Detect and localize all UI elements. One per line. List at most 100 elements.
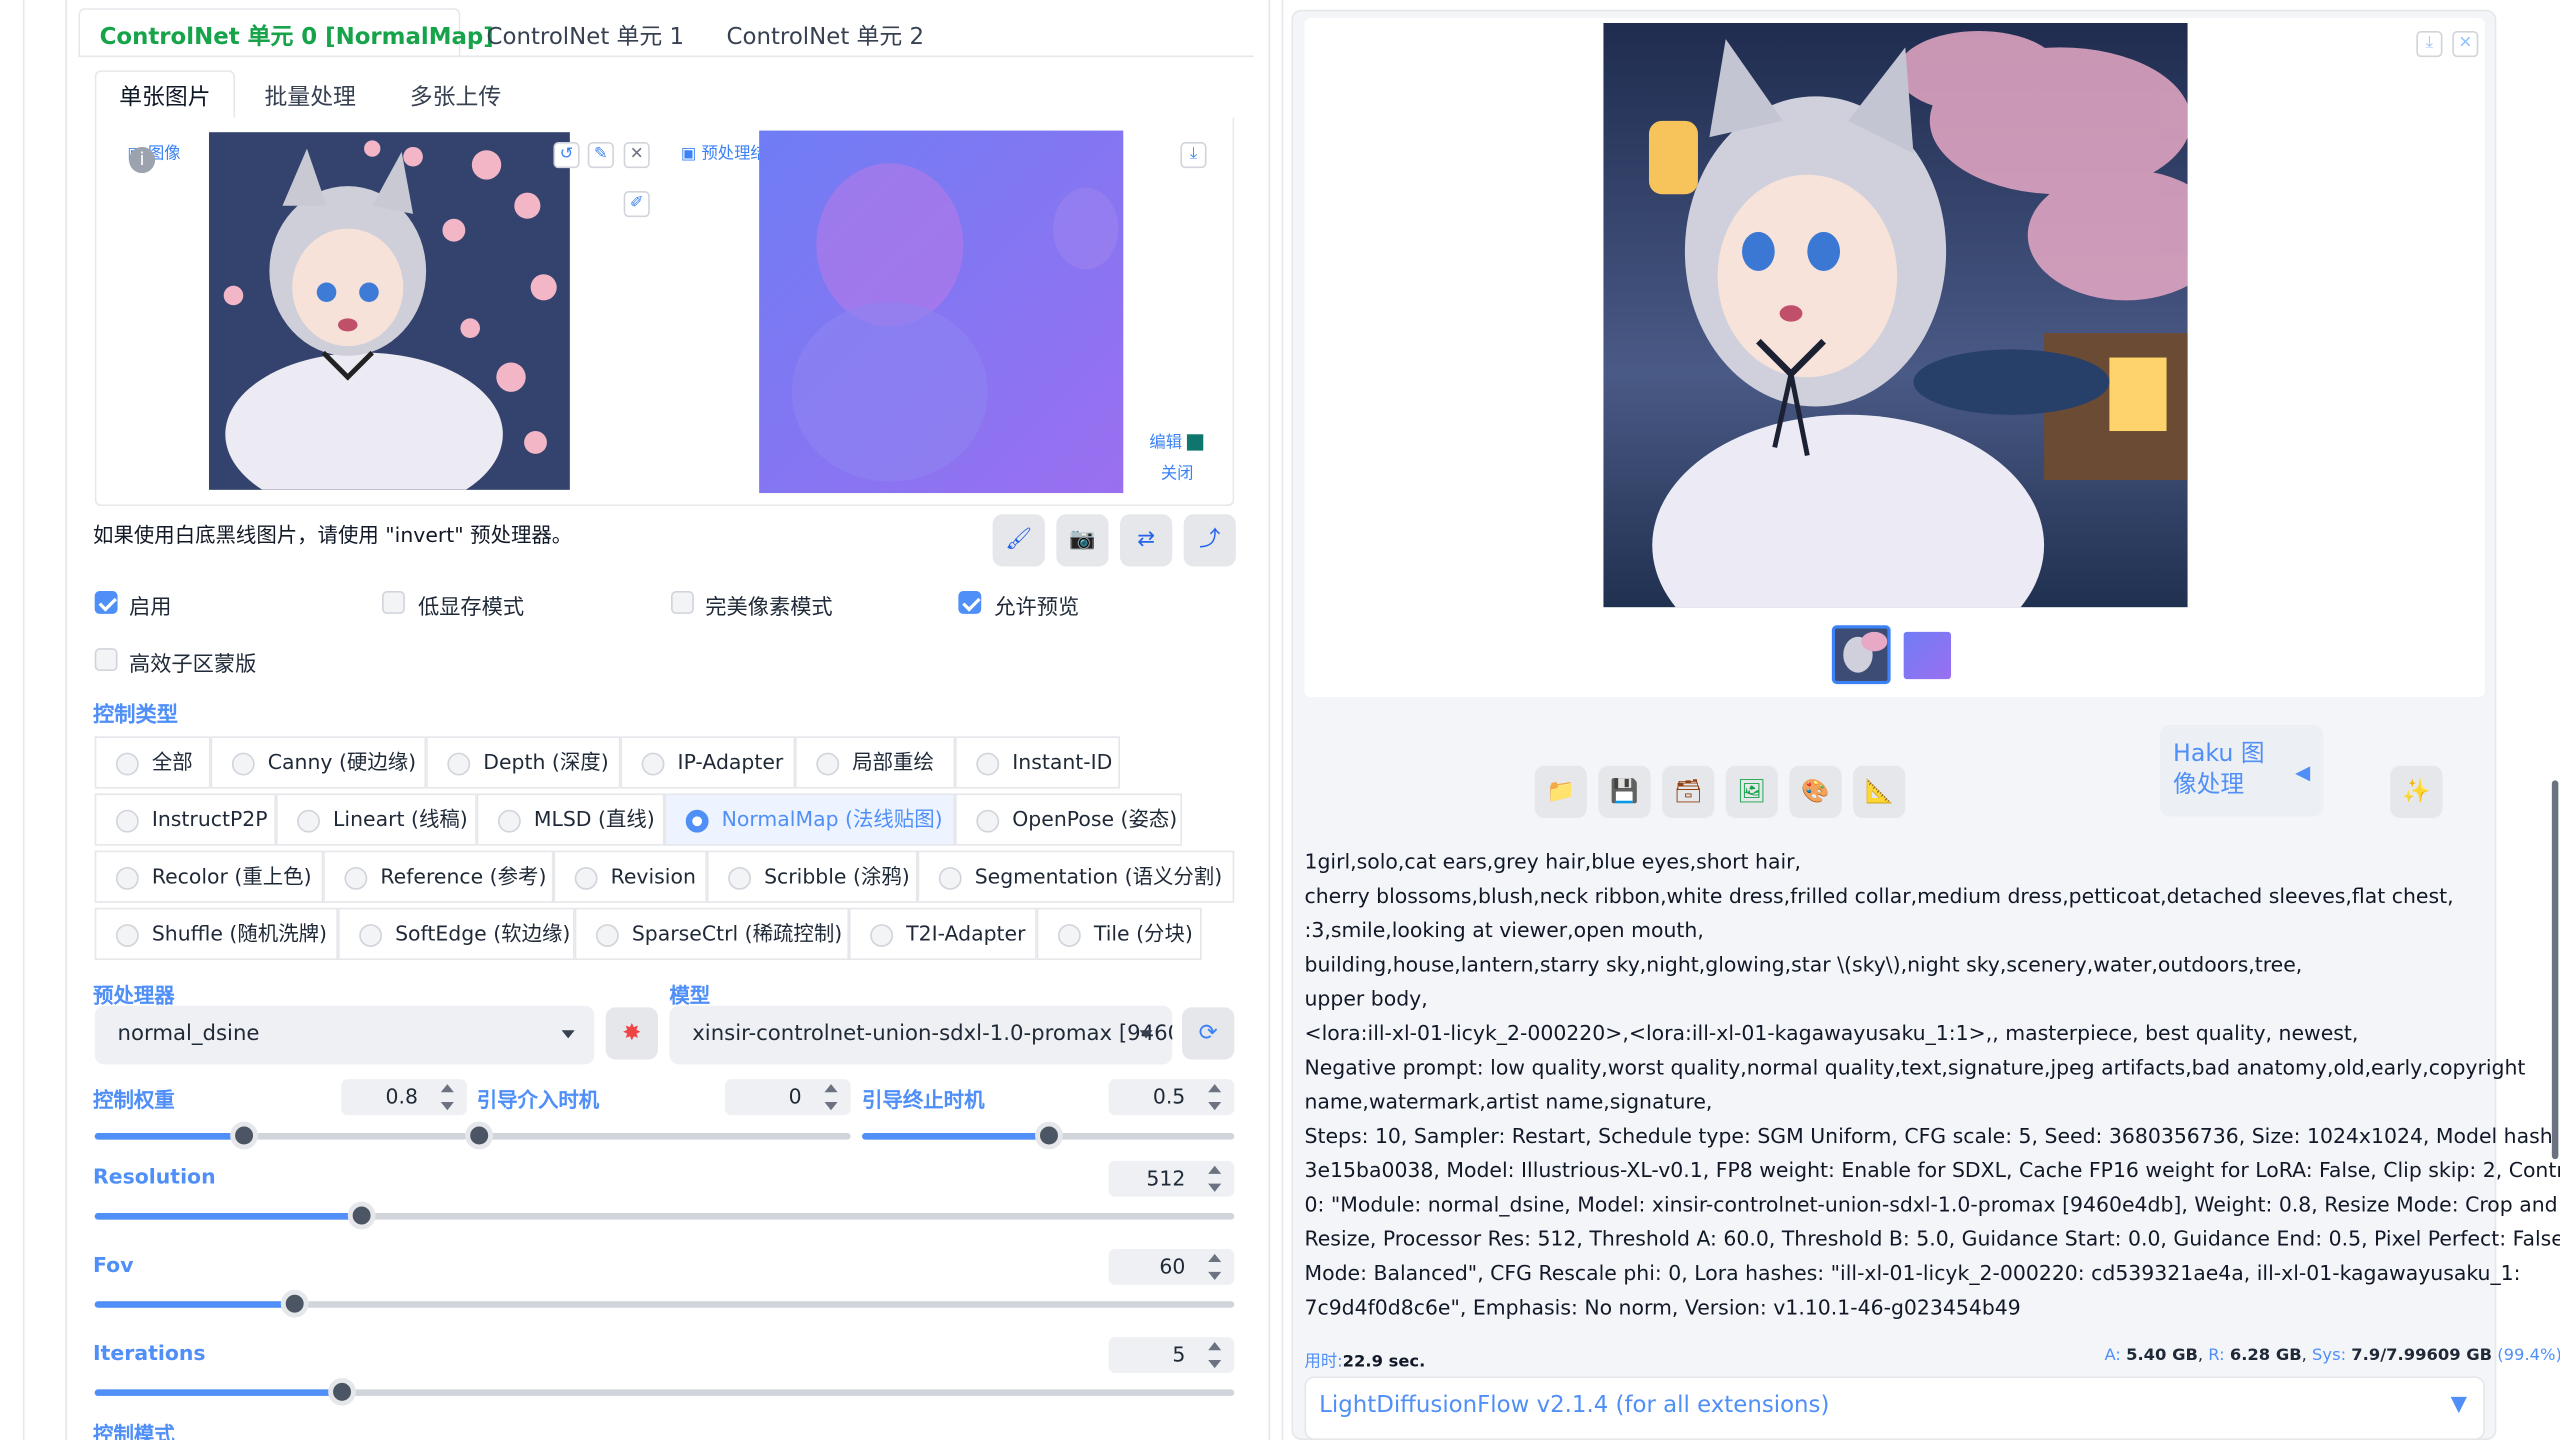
tab-unit-1[interactable]: ControlNet 单元 1: [487, 20, 685, 53]
enable-label: 启用: [128, 595, 172, 621]
send-to-img2img-icon[interactable]: 🖼: [1725, 765, 1778, 818]
tab-single-image[interactable]: 单张图片: [119, 80, 210, 113]
info-line: 3e15ba0038, Model: Illustrious-XL-v0.1, …: [1304, 1157, 2560, 1183]
refresh-models-icon[interactable]: ⟳: [1182, 1007, 1235, 1060]
close-icon[interactable]: ✕: [623, 142, 650, 169]
low-vram-checkbox[interactable]: [382, 591, 405, 614]
guidance-start-slider[interactable]: [465, 1121, 851, 1150]
info-line: Steps: 10, Sampler: Restart, Schedule ty…: [1304, 1123, 2560, 1148]
sparkle-icon[interactable]: ✨: [2390, 765, 2443, 818]
allow-preview-label: 允许预览: [994, 595, 1080, 621]
resolution-input[interactable]: 512: [1108, 1160, 1235, 1197]
preprocessor-select[interactable]: normal_dsine: [94, 1005, 595, 1065]
iterations-input[interactable]: 5: [1108, 1337, 1235, 1374]
control-type-recolor[interactable]: Recolor (重上色): [94, 850, 324, 903]
input-image[interactable]: [208, 132, 570, 490]
control-type-t2i-adapter[interactable]: T2I-Adapter: [848, 907, 1037, 961]
page-scrollbar[interactable]: [2551, 780, 2559, 1160]
tab-unit-2[interactable]: ControlNet 单元 2: [727, 20, 925, 53]
accordion-caret-icon: ▼: [2450, 1392, 2467, 1418]
control-type-ip-adapter[interactable]: IP-Adapter: [620, 736, 796, 789]
control-type-normalmap[interactable]: NormalMap (法线贴图): [664, 793, 956, 846]
undo-icon[interactable]: ↺: [553, 142, 580, 169]
send-to-extras-icon[interactable]: 📐: [1853, 765, 1906, 818]
gallery-thumb-1[interactable]: [1831, 625, 1891, 685]
camera-icon[interactable]: 📷: [1056, 514, 1109, 567]
tab-batch[interactable]: 批量处理: [264, 80, 355, 113]
control-type-lineart[interactable]: Lineart (线稿): [275, 793, 477, 846]
brush-icon[interactable]: ✎: [587, 142, 614, 169]
enable-checkbox[interactable]: [94, 591, 118, 614]
send-dimensions-icon[interactable]: ⤴: [1183, 514, 1236, 567]
time-taken: 用时:22.9 sec.: [1304, 1353, 1426, 1372]
download-icon[interactable]: ⤓: [1180, 142, 1207, 169]
info-line: Negative prompt: low quality,worst quali…: [1304, 1054, 2526, 1080]
control-weight-slider[interactable]: [94, 1121, 467, 1150]
control-type-tile[interactable]: Tile (分块): [1036, 907, 1202, 961]
tab-multi-upload[interactable]: 多张上传: [410, 80, 501, 113]
control-type-label: 控制类型: [93, 703, 178, 729]
control-type-openpose[interactable]: OpenPose (姿态): [955, 793, 1183, 846]
send-to-inpaint-icon[interactable]: 🎨: [1789, 765, 1842, 818]
control-type-reference[interactable]: Reference (参考): [323, 850, 554, 903]
control-type-shuffle[interactable]: Shuffle (随机洗牌): [94, 907, 338, 961]
iterations-slider[interactable]: [94, 1377, 1235, 1406]
control-type-inpaint[interactable]: 局部重绘: [795, 736, 956, 789]
control-type-softedge[interactable]: SoftEdge (软边缘): [337, 907, 575, 961]
generation-info: 1girl,solo,cat ears,grey hair,blue eyes,…: [1304, 846, 2560, 1336]
info-icon[interactable]: i: [128, 146, 156, 174]
model-value: xinsir-controlnet-union-sdxl-1.0-promax …: [692, 1022, 1173, 1047]
control-type-instant-id[interactable]: Instant-ID: [955, 736, 1120, 789]
pixel-perfect-label: 完美像素模式: [705, 595, 833, 621]
control-type-instructp2p[interactable]: InstructP2P: [94, 793, 276, 846]
control-type-revision[interactable]: Revision: [553, 850, 707, 903]
control-mode-label: 控制模式: [93, 1422, 175, 1440]
vram-usage: A: 5.40 GB, R: 6.28 GB, Sys: 7.9/7.99609…: [2104, 1346, 2560, 1365]
fov-label: Fov: [93, 1252, 134, 1277]
model-select[interactable]: xinsir-controlnet-union-sdxl-1.0-promax …: [669, 1005, 1173, 1065]
info-line: cherry blossoms,blush,neck ribbon,white …: [1304, 883, 2454, 908]
model-label: 模型: [669, 982, 711, 1008]
close-preview-button[interactable]: 关闭: [1161, 459, 1194, 483]
lightdiffusionflow-accordion[interactable]: LightDiffusionFlow v2.1.4 (for all exten…: [1304, 1376, 2485, 1440]
save-icon[interactable]: 💾: [1598, 765, 1651, 818]
paint-icon[interactable]: 🖌: [992, 514, 1045, 567]
gallery-thumb-2[interactable]: [1903, 631, 1952, 680]
fov-input[interactable]: 60: [1108, 1248, 1235, 1285]
pixel-perfect-checkbox[interactable]: [671, 591, 694, 614]
control-type-depth[interactable]: Depth (深度): [426, 736, 621, 789]
info-line: 7c9d4f0d8c6e", Emphasis: No norm, Versio…: [1304, 1294, 2021, 1320]
control-type-sparsectrl[interactable]: SparseCtrl (稀疏控制): [574, 907, 849, 961]
swap-icon[interactable]: ⇄: [1120, 514, 1173, 567]
efficient-mask-checkbox[interactable]: [94, 648, 118, 672]
info-line: 0: "Module: normal_dsine, Model: xinsir-…: [1304, 1191, 2558, 1217]
resolution-slider[interactable]: [94, 1201, 1235, 1230]
output-download-icon[interactable]: ⤓: [2416, 31, 2443, 58]
output-image[interactable]: [1603, 22, 2188, 608]
info-line: upper body,: [1304, 986, 1428, 1011]
info-line: 1girl,solo,cat ears,grey hair,blue eyes,…: [1304, 848, 1802, 874]
fov-slider[interactable]: [94, 1289, 1235, 1318]
guidance-end-input[interactable]: 0.5: [1108, 1079, 1235, 1116]
control-type-canny[interactable]: Canny (硬边缘): [210, 736, 427, 789]
guidance-start-input[interactable]: 0: [724, 1079, 851, 1116]
edit-button[interactable]: 编辑: [1149, 428, 1204, 452]
control-weight-input[interactable]: 0.8: [341, 1079, 467, 1116]
control-type-mlsd[interactable]: MLSD (直线): [476, 793, 665, 846]
info-line: <lora:ill-xl-01-licyk_2-000220>,<lora:il…: [1304, 1020, 2359, 1045]
control-type-all[interactable]: 全部: [94, 736, 211, 789]
output-close-icon[interactable]: ✕: [2452, 31, 2479, 58]
control-type-segmentation[interactable]: Segmentation (语义分割): [917, 850, 1235, 903]
lightdiffusionflow-label: LightDiffusionFlow v2.1.4 (for all exten…: [1319, 1392, 1830, 1419]
open-folder-icon[interactable]: 📁: [1534, 765, 1587, 818]
preprocessor-value: normal_dsine: [117, 1022, 260, 1047]
info-line: name,watermark,artist name,signature,: [1304, 1088, 1713, 1114]
save-zip-icon[interactable]: 🗃: [1662, 765, 1715, 818]
control-type-scribble[interactable]: Scribble (涂鸦): [706, 850, 918, 903]
allow-preview-checkbox[interactable]: [958, 591, 982, 614]
tab-unit-0[interactable]: ControlNet 单元 0 [NormalMap]: [100, 20, 494, 53]
pen-icon[interactable]: ✐: [623, 191, 650, 218]
run-preprocessor-icon[interactable]: ✸: [605, 1007, 658, 1060]
guidance-end-slider[interactable]: [862, 1121, 1235, 1150]
haku-button[interactable]: Haku 图像处理 ◀: [2160, 724, 2324, 817]
